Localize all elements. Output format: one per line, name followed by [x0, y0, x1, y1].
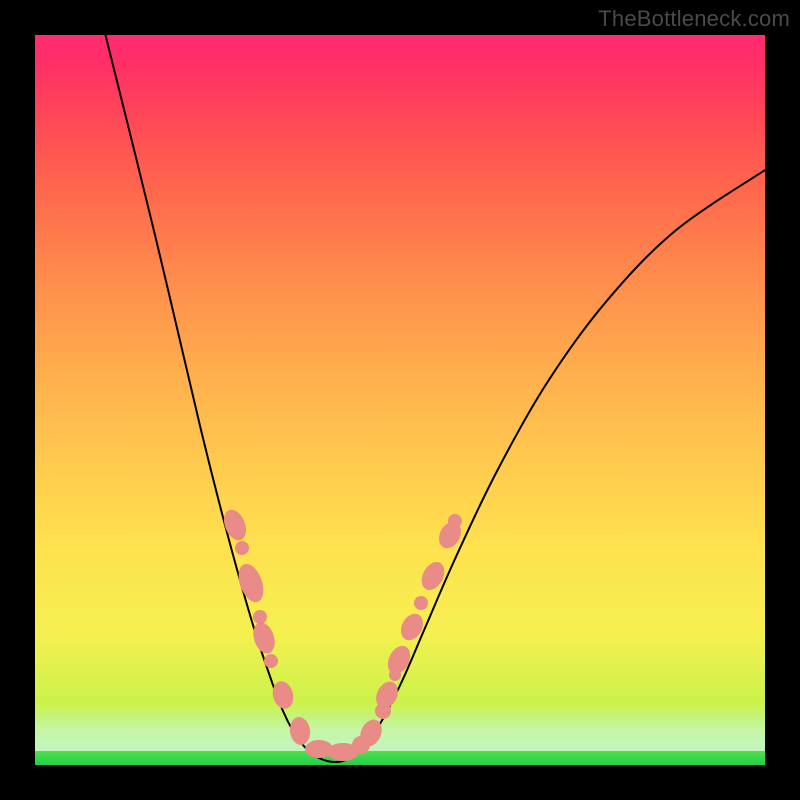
curve-marker	[253, 610, 267, 624]
curve-marker	[383, 642, 414, 678]
plot-area	[35, 35, 765, 765]
curve-marker	[264, 654, 278, 668]
curve-marker	[234, 560, 268, 605]
curve-marker	[417, 558, 449, 594]
curve-marker	[448, 514, 462, 528]
chart-frame: TheBottleneck.com	[0, 0, 800, 800]
curve-marker	[288, 716, 312, 747]
chart-svg	[35, 35, 765, 765]
bottleneck-curve	[103, 25, 765, 762]
curve-marker	[270, 679, 297, 711]
curve-marker	[235, 541, 249, 555]
curve-marker	[397, 610, 428, 644]
watermark-text: TheBottleneck.com	[598, 6, 790, 32]
marker-layer	[220, 506, 466, 761]
curve-marker	[414, 596, 428, 610]
